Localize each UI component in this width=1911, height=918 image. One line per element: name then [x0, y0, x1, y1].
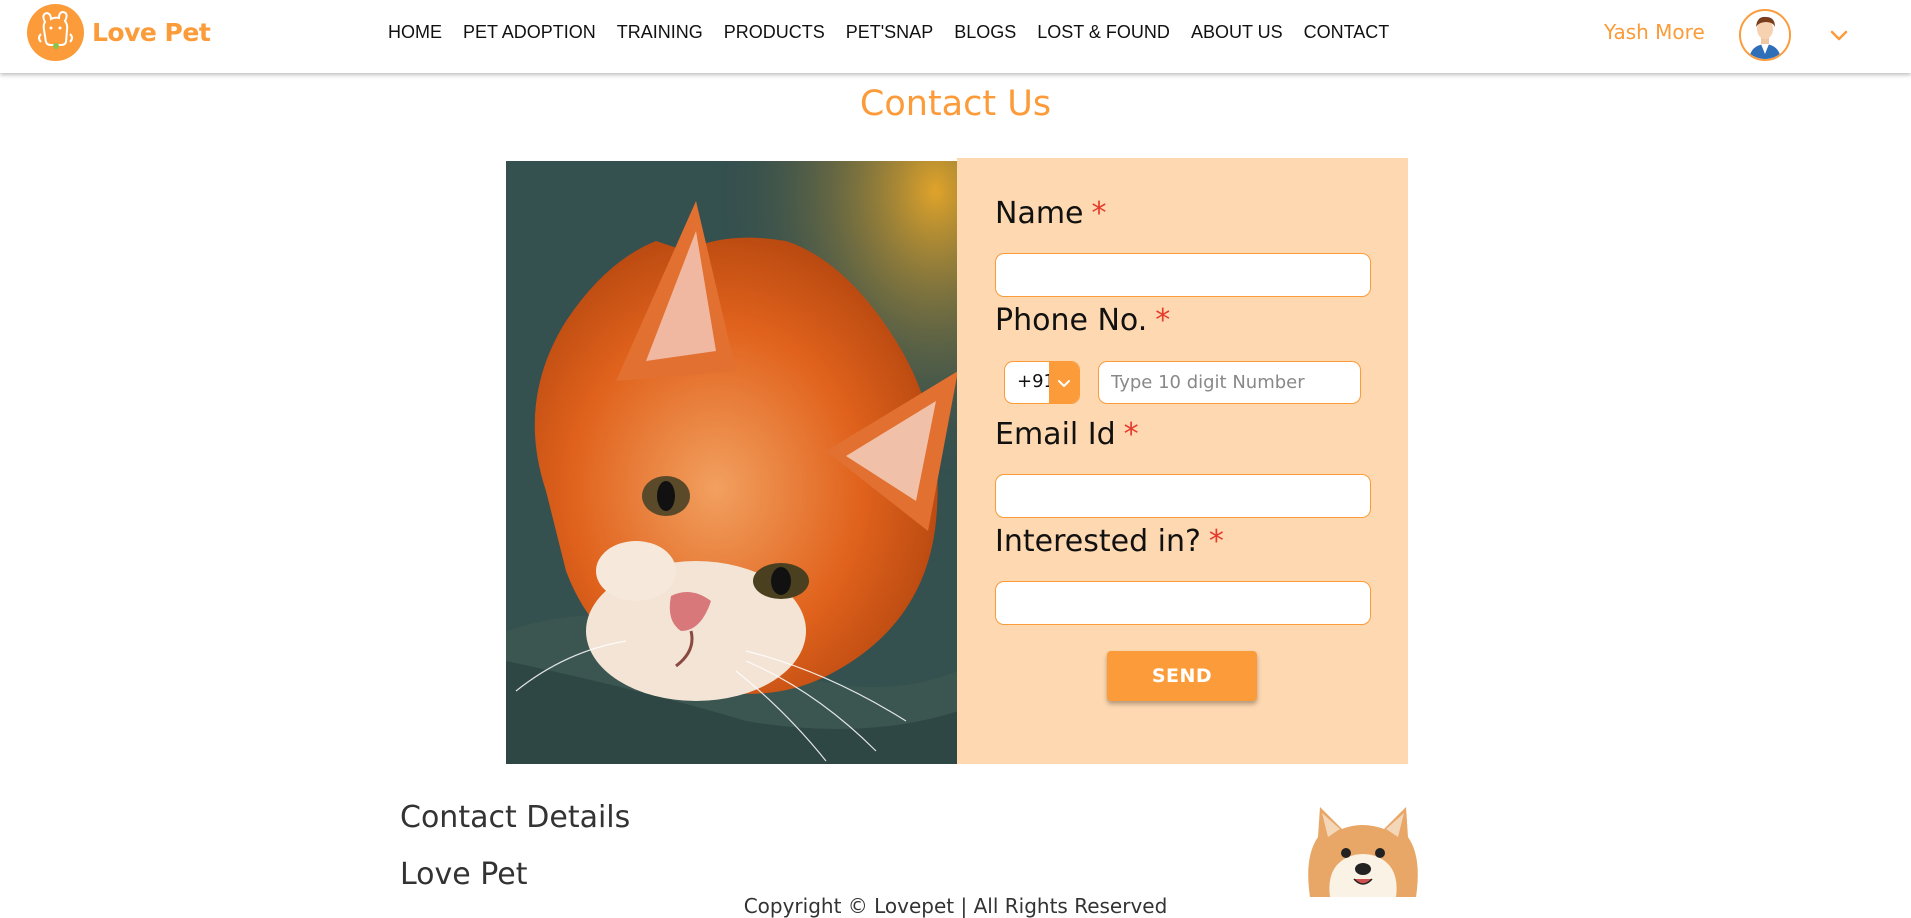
- chevron-down-icon[interactable]: [1828, 24, 1850, 46]
- email-input[interactable]: [995, 474, 1371, 518]
- send-button[interactable]: SEND: [1107, 651, 1257, 701]
- phone-label-text: Phone No.: [995, 303, 1148, 338]
- email-label: Email Id *: [995, 417, 1139, 452]
- brand-logo[interactable]: Love Pet: [27, 4, 211, 61]
- dog-image: [1300, 803, 1426, 897]
- brand-name: Love Pet: [92, 18, 211, 47]
- main-nav: HOME PET ADOPTION TRAINING PRODUCTS PET'…: [388, 20, 1410, 44]
- chevron-down-icon: [1049, 362, 1079, 403]
- nav-item-contact[interactable]: CONTACT: [1304, 20, 1390, 44]
- nav-item-petsnap[interactable]: PET'SNAP: [846, 20, 933, 44]
- user-name[interactable]: Yash More: [1604, 20, 1705, 44]
- email-label-text: Email Id: [995, 417, 1116, 452]
- interest-label-text: Interested in?: [995, 524, 1201, 559]
- contact-details-heading: Contact Details: [400, 800, 631, 835]
- country-code-select[interactable]: +91: [1004, 361, 1080, 404]
- top-navbar: Love Pet HOME PET ADOPTION TRAINING PROD…: [0, 0, 1911, 73]
- user-avatar[interactable]: [1739, 9, 1791, 61]
- required-marker: *: [1208, 524, 1224, 559]
- name-label: Name *: [995, 196, 1107, 231]
- nav-item-lost-found[interactable]: LOST & FOUND: [1037, 20, 1170, 44]
- interest-label: Interested in? *: [995, 524, 1224, 559]
- required-marker: *: [1155, 303, 1171, 338]
- nav-item-blogs[interactable]: BLOGS: [954, 20, 1016, 44]
- name-input[interactable]: [995, 253, 1371, 297]
- phone-label: Phone No. *: [995, 303, 1170, 338]
- nav-item-products[interactable]: PRODUCTS: [724, 20, 825, 44]
- interest-input[interactable]: [995, 581, 1371, 625]
- nav-item-about-us[interactable]: ABOUT US: [1191, 20, 1283, 44]
- required-marker: *: [1123, 417, 1139, 452]
- required-marker: *: [1091, 196, 1107, 231]
- phone-input[interactable]: [1098, 361, 1361, 404]
- footer-brand: Love Pet: [400, 857, 528, 892]
- nav-item-training[interactable]: TRAINING: [617, 20, 703, 44]
- nav-item-home[interactable]: HOME: [388, 20, 442, 44]
- page-title: Contact Us: [859, 84, 1052, 124]
- name-label-text: Name: [995, 196, 1084, 231]
- cat-photo: [506, 161, 958, 764]
- contact-form: Name* Phone No.* +91 Email Id* Intereste…: [957, 158, 1408, 764]
- nav-item-pet-adoption[interactable]: PET ADOPTION: [463, 20, 596, 44]
- copyright-text: Copyright © Lovepet | All Rights Reserve…: [743, 894, 1168, 918]
- paw-logo-icon: [27, 4, 84, 61]
